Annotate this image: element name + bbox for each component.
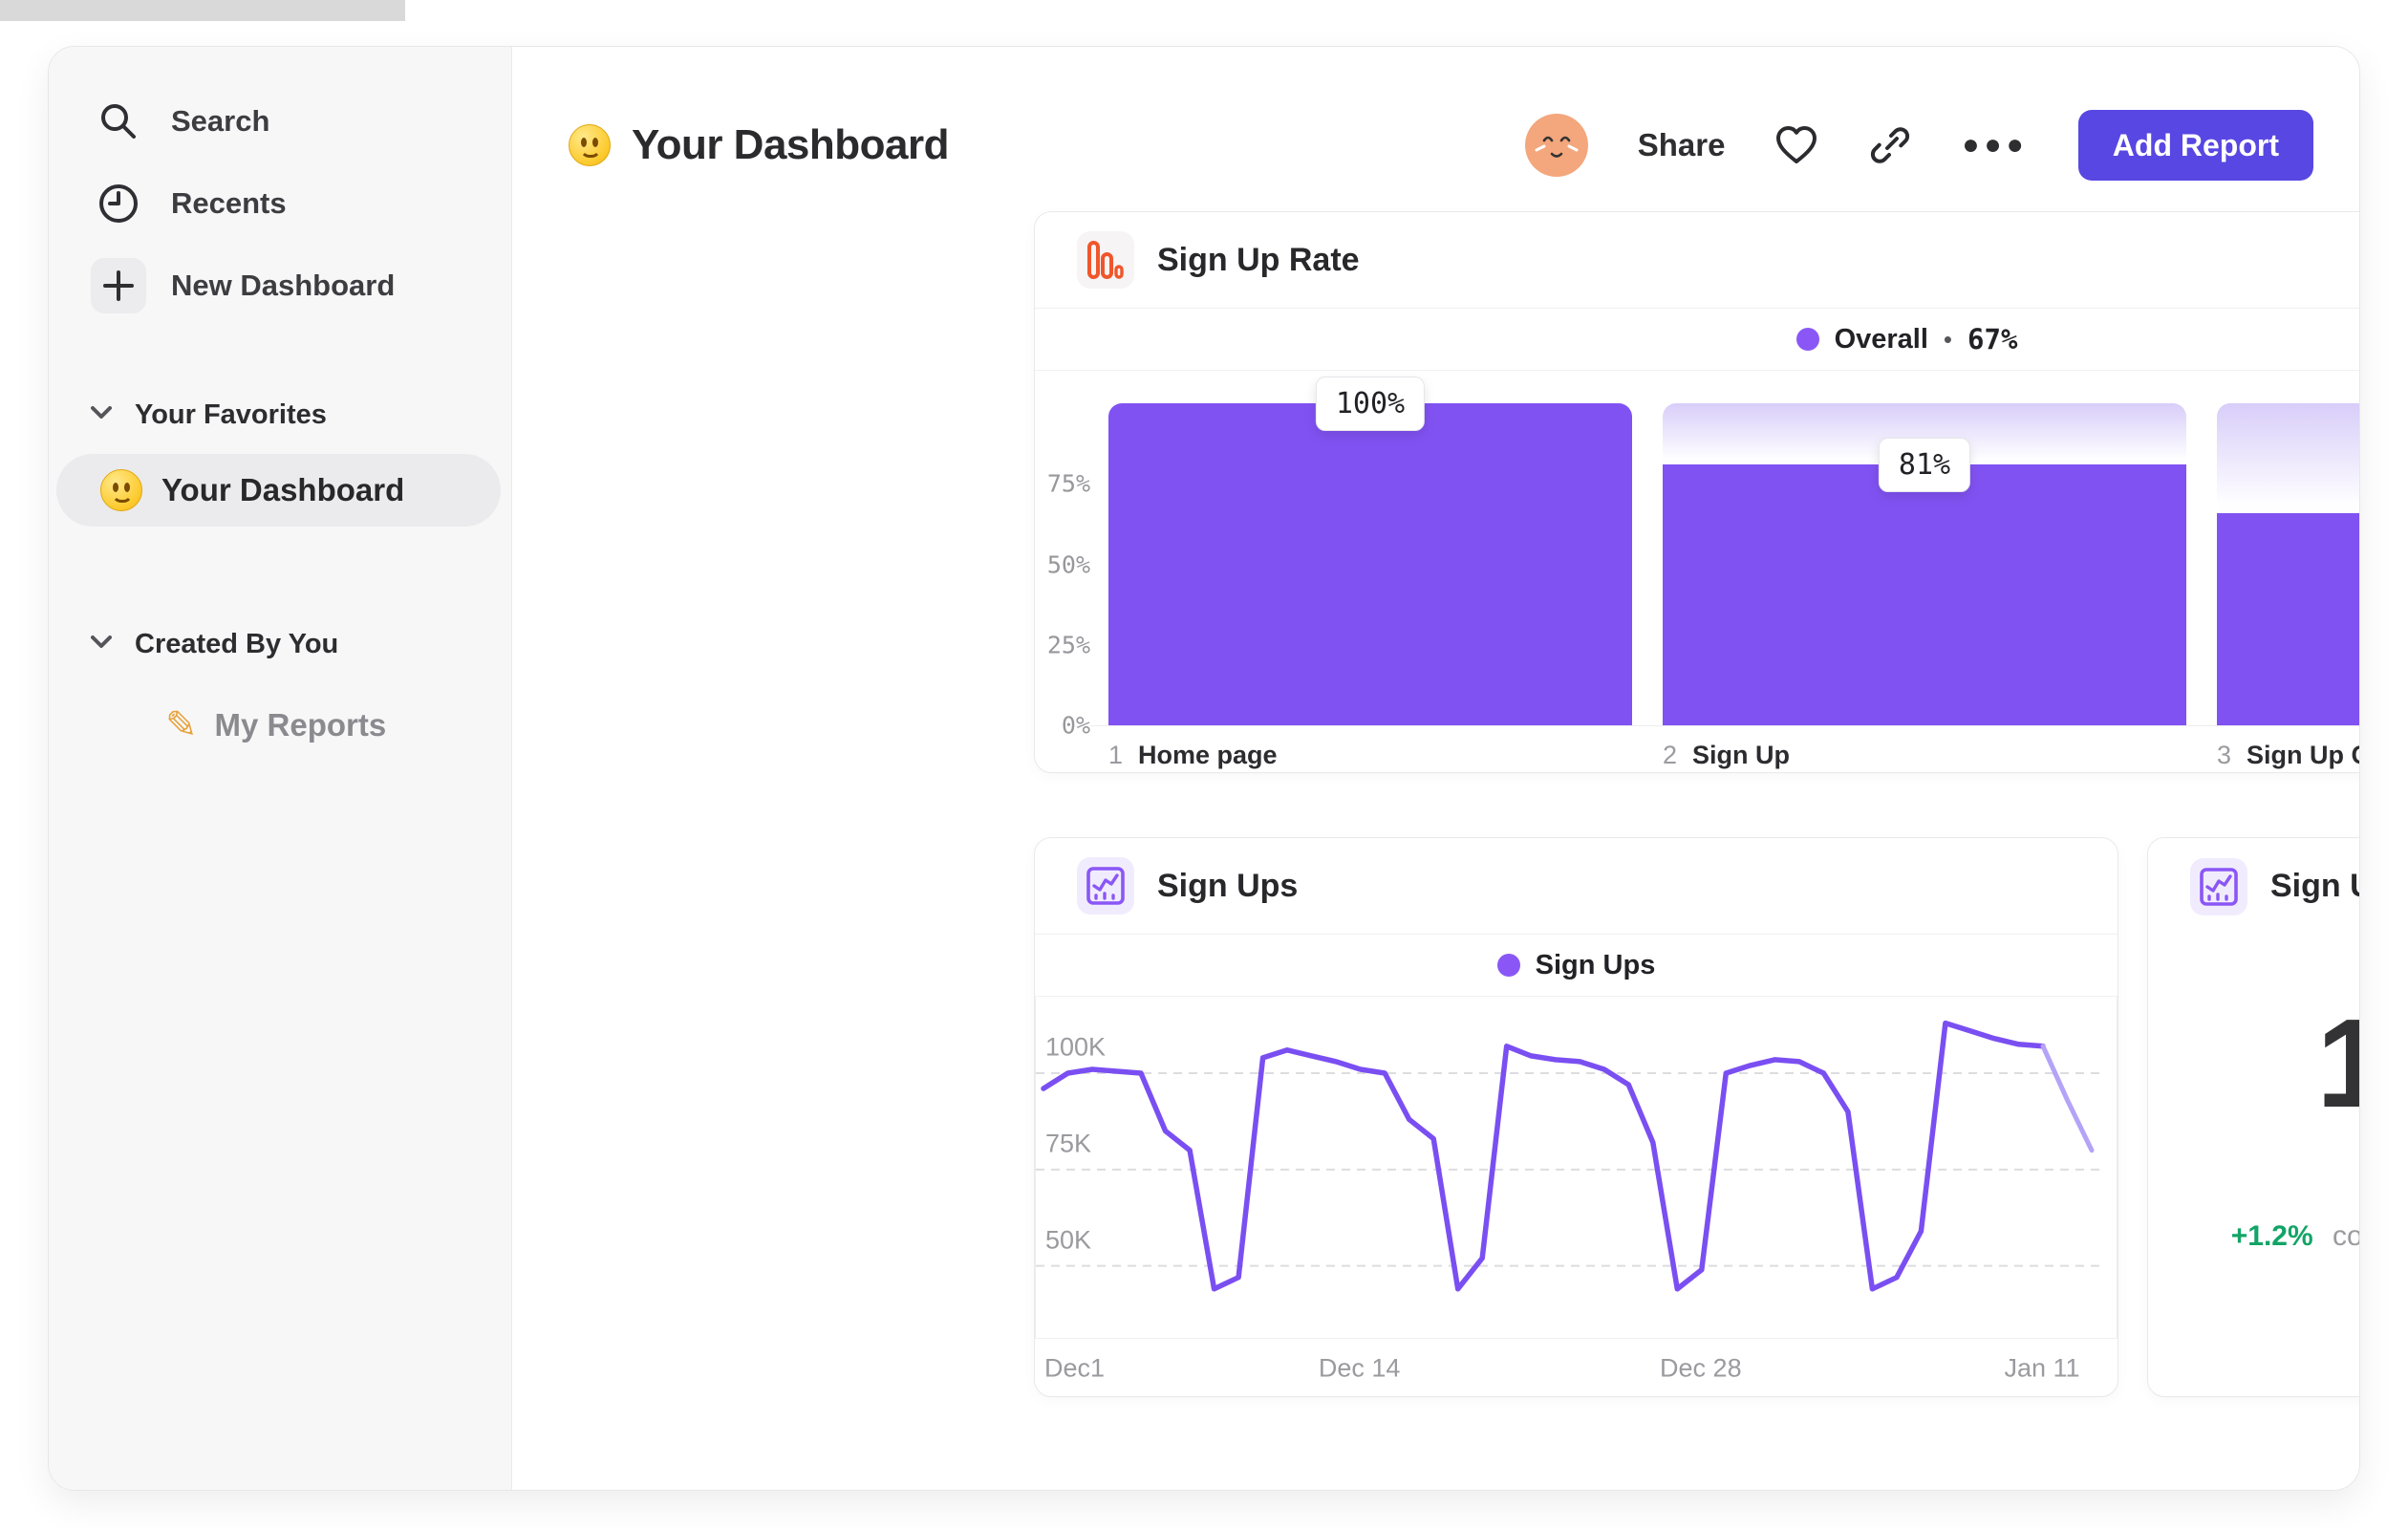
line-y-tick: 50K [1045, 1225, 1092, 1255]
card-title: Sign Ups [1157, 867, 1299, 904]
big-number-value: 100K [2148, 991, 2359, 1135]
sidebar-item-label: Your Dashboard [161, 472, 405, 507]
delta-value: +1.2% [2230, 1220, 2313, 1252]
legend-separator: • [1943, 324, 1953, 354]
page-title: Your Dashboard [569, 121, 950, 169]
line-y-tick: 75K [1045, 1129, 1092, 1158]
line-x-tick: Dec 28 [1660, 1353, 1742, 1382]
sidebar-item-label: My Reports [214, 707, 387, 743]
card-header: Sign Ups Today [2148, 838, 2359, 935]
line-x-axis: Dec1 Dec 14 Dec 28 Jan 11 [1035, 1338, 2118, 1397]
sign-up-rate-card: Sign Up Rate Overall • 67% 75% 50% 25% 0% 10… [1034, 211, 2359, 773]
sidebar: Search Recents New Dashboard Your Favori… [49, 47, 512, 1490]
line-y-tick: 100K [1045, 1032, 1107, 1062]
sidebar-item-label: Search [171, 104, 270, 138]
card-header: Sign Up Rate [1035, 212, 2359, 309]
share-button[interactable]: Share [1638, 127, 1726, 163]
funnel-value-label: 100% [1315, 377, 1426, 431]
delta-row: +1.2% compared to previous period [2148, 1220, 2360, 1253]
top-strip [0, 0, 405, 21]
chevron-down-icon [91, 405, 112, 424]
funnel-chart-icon [1077, 231, 1134, 289]
funnel-bar-fill [2217, 512, 2359, 725]
funnel-baseline [1090, 725, 2359, 726]
line-series [1041, 1020, 2046, 1292]
recents-clock-icon [91, 176, 146, 231]
funnel-bar-fill [1663, 464, 2186, 725]
sign-ups-card: Sign Ups Sign Ups 100K 75K 50K Dec1 Dec 14 D… [1034, 837, 2118, 1397]
funnel-y-tick: 0% [1061, 711, 1090, 740]
legend-label: Sign Ups [1535, 949, 1656, 980]
step-number: 2 [1663, 741, 1678, 769]
app-window: Search Recents New Dashboard Your Favori… [48, 46, 2360, 1491]
big-number-label: Unique Users [2148, 1153, 2359, 1191]
sidebar-section-created-by-you[interactable]: Created By You [91, 618, 511, 670]
sidebar-item-recents[interactable]: Recents [91, 173, 511, 234]
heart-icon[interactable] [1774, 125, 1818, 165]
funnel-step-label: 3 Sign Up Confirmation [2217, 741, 2359, 770]
add-report-button[interactable]: Add Report [2077, 110, 2313, 181]
funnel-bar-fill [1108, 403, 1632, 725]
page-title-text: Your Dashboard [632, 121, 950, 168]
funnel-step-label: 1 Home page [1108, 741, 1278, 770]
line-x-tick: Dec 14 [1318, 1353, 1401, 1382]
dashboard-header: Your Dashboard Share ●●● Add Report [569, 93, 2313, 198]
card-title: Sign Up Rate [1157, 241, 1360, 278]
funnel-plot: 75%50%25%0%100%1Home page81%2Sign Up82%3… [1035, 371, 2359, 772]
sidebar-item-your-dashboard[interactable]: Your Dashboard [56, 454, 501, 527]
avatar[interactable] [1524, 114, 1588, 177]
card-title: Sign Ups Today [2270, 868, 2359, 904]
step-number: 3 [2217, 741, 2232, 769]
funnel-step-label: 2 Sign Up [1663, 741, 1790, 770]
line-series-incomplete [2040, 1044, 2095, 1153]
link-icon[interactable] [1868, 123, 1912, 167]
main-area: Your Dashboard Share ●●● Add Report Sign… [513, 47, 2359, 1490]
sidebar-item-label: Recents [171, 186, 287, 220]
sidebar-item-my-reports[interactable]: ✎ My Reports [165, 695, 511, 756]
legend-dot [1795, 328, 1819, 351]
smiley-emoji [100, 469, 142, 511]
search-icon [91, 94, 146, 149]
sidebar-item-new-dashboard[interactable]: New Dashboard [91, 255, 511, 316]
funnel-value-label: 81% [1878, 438, 1971, 493]
legend-value: 67% [1967, 323, 2018, 355]
sign-ups-today-card: Sign Ups Today 100K Unique Users +1.2% c… [2147, 837, 2360, 1397]
card-header: Sign Ups [1035, 838, 2118, 935]
step-name: Home page [1138, 741, 1278, 769]
legend-dot [1496, 954, 1520, 977]
funnel-y-tick: 75% [1046, 469, 1090, 498]
legend-label: Overall [1834, 323, 1928, 355]
funnel-y-tick: 25% [1046, 631, 1090, 659]
sidebar-item-search[interactable]: Search [91, 91, 511, 152]
step-name: Sign Up [1692, 741, 1791, 769]
sidebar-section-your-favorites[interactable]: Your Favorites [91, 389, 511, 441]
step-number: 1 [1108, 741, 1124, 769]
funnel-legend: Overall • 67% [1035, 309, 2359, 371]
section-label: Created By You [135, 628, 339, 659]
pencil-emoji: ✎ [165, 704, 198, 746]
sidebar-item-label: New Dashboard [171, 269, 396, 302]
line-legend: Sign Ups [1035, 935, 2118, 997]
delta-note: compared to previous period [2333, 1220, 2360, 1252]
funnel-y-tick: 50% [1046, 550, 1090, 578]
line-chart-icon [2190, 857, 2247, 915]
funnel-bar-dropoff [2217, 403, 2359, 513]
line-x-tick: Dec1 [1044, 1353, 1106, 1382]
ellipsis-icon[interactable]: ●●● [1962, 129, 2028, 162]
funnel-bar [1108, 403, 1632, 725]
plus-icon [91, 258, 146, 313]
section-label: Your Favorites [135, 398, 327, 430]
funnel-bar [2217, 403, 2359, 725]
line-x-tick: Jan 11 [2004, 1353, 2080, 1382]
line-chart-icon [1077, 857, 1134, 915]
chevron-down-icon [91, 635, 112, 654]
smiley-emoji [569, 124, 611, 166]
line-plot: 100K 75K 50K [1035, 997, 2118, 1338]
step-name: Sign Up Confirmation [2247, 741, 2359, 769]
